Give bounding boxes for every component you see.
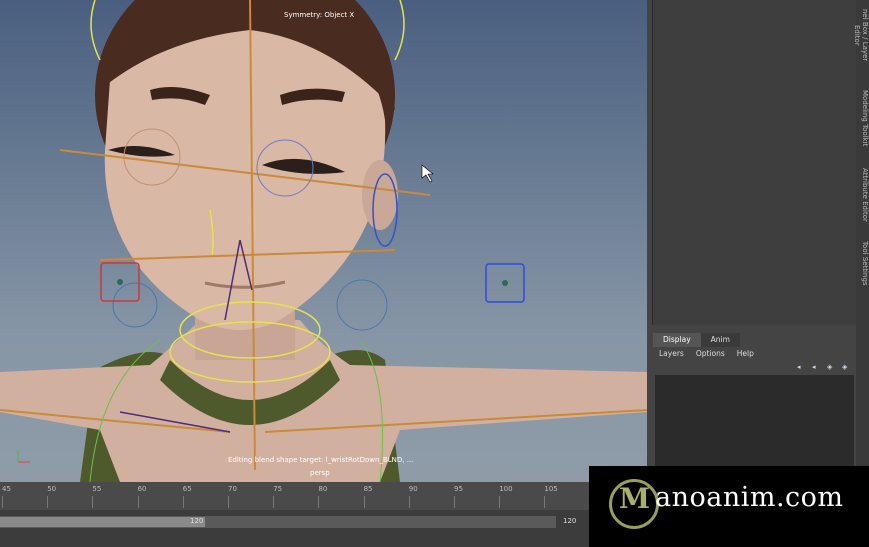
logo-text: anoanim.com	[655, 482, 844, 513]
timeline-tick-label: 85	[363, 485, 373, 493]
3d-viewport[interactable]: Symmetry: Object X Editing blend shape t…	[0, 0, 647, 482]
timeline-tick	[499, 496, 501, 508]
timeline-tick-label: 100	[499, 485, 513, 493]
timeline-tick-label: 90	[408, 485, 418, 493]
tab-display[interactable]: Display	[653, 333, 701, 347]
channel-box-panel	[652, 0, 858, 325]
tab-modeling-toolkit[interactable]: Modeling Toolkit	[856, 88, 869, 148]
timeline-tick	[408, 496, 410, 508]
timeline-tick	[273, 496, 275, 508]
time-slider[interactable]: 45 50 55 60 65 70 75 80 85 90 95 100 105	[0, 482, 589, 510]
timeline-tick	[2, 496, 3, 508]
timeline-tick	[47, 496, 49, 508]
timeline-tick	[228, 496, 229, 508]
range-end-value[interactable]: 120	[190, 517, 203, 525]
layer-editor: Display Anim Layers Options Help ◂ ◂ ◈ ◈	[653, 333, 856, 482]
timeline-tick	[92, 496, 94, 508]
tab-anim[interactable]: Anim	[700, 333, 740, 347]
symmetry-label: Symmetry: Object X	[284, 11, 355, 19]
move-layer-down-icon[interactable]: ◂	[812, 363, 822, 371]
timeline-tick-label: 70	[228, 485, 237, 493]
layer-menubar: Layers Options Help	[653, 347, 856, 360]
timeline-tick-label: 95	[454, 485, 463, 493]
new-layer-selected-icon[interactable]: ◈	[842, 363, 852, 371]
timeline-tick-label: 105	[544, 485, 558, 493]
timeline-tick-label: 45	[2, 485, 11, 493]
timeline-tick-label: 50	[47, 485, 57, 493]
menu-layers[interactable]: Layers	[659, 349, 684, 358]
timeline-tick-label: 65	[182, 485, 192, 493]
watermark-logo: M anoanim.com	[589, 466, 869, 547]
timeline-tick-label: 80	[318, 485, 328, 493]
timeline-tick	[454, 496, 455, 508]
range-handle[interactable]	[0, 517, 205, 527]
status-line: Editing blend shape target: l_wristRotDo…	[228, 456, 414, 464]
range-total-value[interactable]: 120	[563, 517, 576, 525]
tab-tool-settings[interactable]: Tool Settings	[856, 238, 869, 288]
timeline-tick	[182, 496, 184, 508]
timeline-tick-label: 60	[137, 485, 147, 493]
new-layer-icon[interactable]: ◈	[827, 363, 837, 371]
tab-attribute-editor[interactable]: Attribute Editor	[856, 165, 869, 225]
timeline-tick-label: 55	[92, 485, 102, 493]
timeline-ticks: 45 50 55 60 65 70 75 80 85 90 95 100 105	[0, 482, 589, 510]
menu-help[interactable]: Help	[737, 349, 754, 358]
timeline-tick	[137, 496, 139, 508]
side-tab-strip: nel Box / Layer Editor Modeling Toolkit …	[853, 0, 869, 482]
camera-label: persp	[310, 469, 330, 477]
menu-options[interactable]: Options	[696, 349, 725, 358]
move-layer-up-icon[interactable]: ◂	[797, 363, 807, 371]
range-slider[interactable]: 120 120	[0, 510, 589, 547]
timeline-tick	[318, 496, 320, 508]
character-scene[interactable]	[0, 0, 647, 482]
logo-mark: M	[619, 482, 650, 515]
layer-editor-tabs: Display Anim	[653, 333, 856, 347]
timeline-tick	[544, 496, 546, 508]
layer-icons: ◂ ◂ ◈ ◈	[797, 363, 852, 371]
timeline-tick	[363, 496, 365, 508]
timeline-tick-label: 75	[273, 485, 283, 493]
tab-channel-box-layer-editor[interactable]: nel Box / Layer Editor	[853, 0, 869, 70]
layer-list[interactable]	[655, 375, 854, 480]
